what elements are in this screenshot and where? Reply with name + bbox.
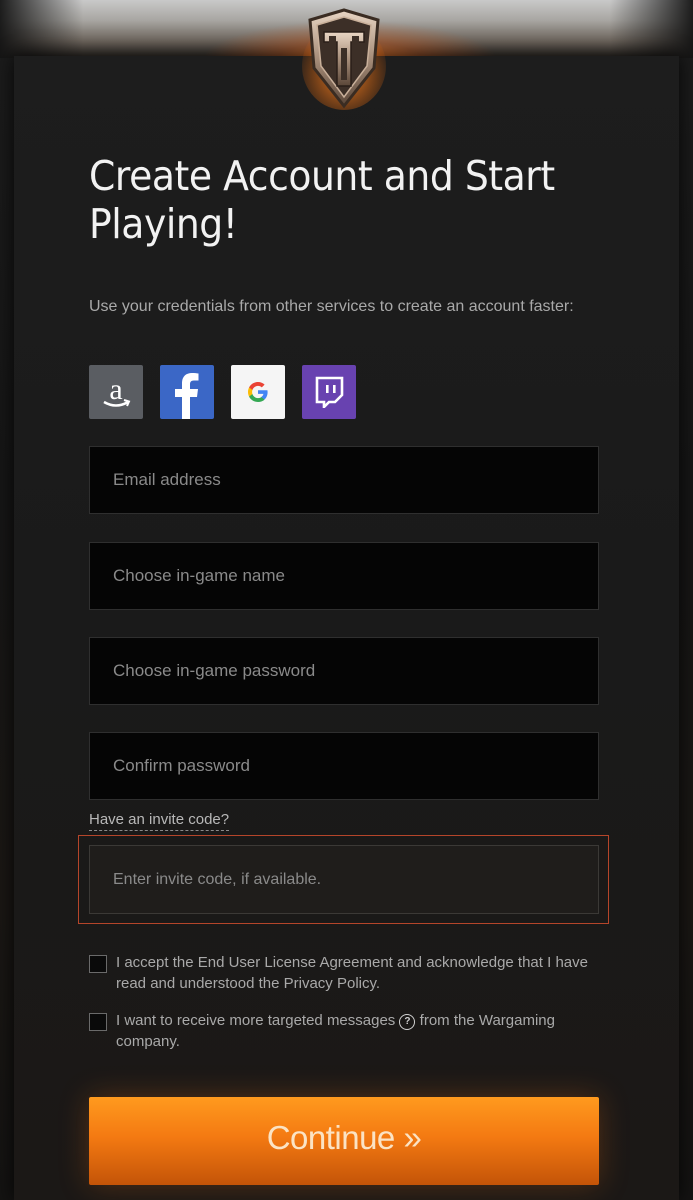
google-login-button[interactable] (231, 365, 285, 419)
google-icon (248, 382, 268, 402)
facebook-login-button[interactable] (160, 365, 214, 419)
svg-text:a: a (109, 373, 122, 406)
amazon-login-button[interactable]: a (89, 365, 143, 419)
eula-checkbox[interactable] (89, 955, 107, 973)
social-login-hint: Use your credentials from other services… (89, 298, 574, 315)
email-field[interactable] (89, 446, 599, 514)
world-of-tanks-shield-icon (302, 6, 386, 110)
marketing-label-start: I want to receive more targeted messages (116, 1012, 396, 1029)
marketing-checkbox[interactable] (89, 1013, 107, 1031)
continue-button[interactable]: Continue » (89, 1097, 599, 1185)
marketing-label: I want to receive more targeted messages… (116, 1010, 601, 1052)
facebook-icon (175, 373, 199, 419)
question-circle-icon[interactable]: ? (399, 1014, 416, 1030)
twitch-login-button[interactable] (302, 365, 356, 419)
eula-label: I accept the End User License Agreement … (116, 954, 588, 992)
invite-code-link[interactable]: Have an invite code? (89, 810, 230, 831)
invite-code-field[interactable] (89, 845, 599, 914)
page-title: Create Account and Start Playing! (89, 152, 555, 248)
confirm-password-field[interactable] (89, 732, 599, 800)
password-field[interactable] (89, 637, 599, 705)
amazon-icon: a (103, 373, 131, 407)
twitch-icon (315, 376, 344, 408)
signup-page: Create Account and Start Playing! Use yo… (0, 0, 693, 1200)
ingame-name-field[interactable] (89, 542, 599, 610)
